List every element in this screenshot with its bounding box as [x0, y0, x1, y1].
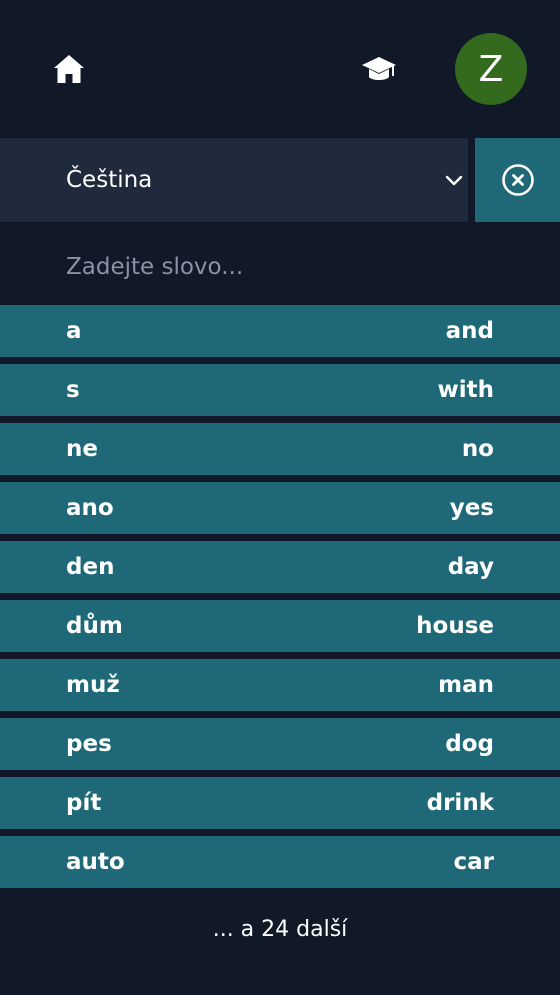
- word-translation: day: [447, 554, 494, 580]
- word-source: auto: [66, 849, 125, 875]
- word-translation: car: [453, 849, 495, 875]
- top-nav: Z: [0, 0, 560, 138]
- graduation-cap-icon: [362, 57, 396, 80]
- word-row[interactable]: pes dog: [0, 718, 560, 770]
- word-translation: drink: [426, 790, 494, 816]
- word-source: dům: [66, 613, 123, 639]
- word-translation: no: [461, 436, 494, 462]
- word-row[interactable]: dům house: [0, 600, 560, 652]
- word-source: pít: [66, 790, 102, 816]
- chevron-down-icon: [445, 175, 463, 186]
- language-select[interactable]: Čeština: [0, 138, 468, 222]
- word-source: den: [66, 554, 115, 580]
- home-button[interactable]: [50, 50, 88, 88]
- avatar[interactable]: Z: [455, 33, 527, 105]
- word-source: s: [66, 377, 80, 403]
- word-row[interactable]: muž man: [0, 659, 560, 711]
- word-row[interactable]: pít drink: [0, 777, 560, 829]
- circle-x-icon: [501, 164, 534, 196]
- clear-button[interactable]: [475, 138, 560, 222]
- page: Z Čeština a and s with ne no ano yes: [0, 0, 560, 995]
- word-source: ne: [66, 436, 98, 462]
- language-select-value: Čeština: [66, 167, 153, 193]
- word-row[interactable]: a and: [0, 305, 560, 357]
- avatar-letter: Z: [478, 48, 504, 90]
- word-source: muž: [66, 672, 120, 698]
- word-source: a: [66, 318, 82, 344]
- word-list: a and s with ne no ano yes den day dům h…: [0, 305, 560, 895]
- word-row[interactable]: ne no: [0, 423, 560, 475]
- word-source: pes: [66, 731, 112, 757]
- word-row[interactable]: auto car: [0, 836, 560, 888]
- word-translation: with: [437, 377, 494, 403]
- home-icon: [54, 55, 84, 83]
- learn-button[interactable]: [359, 50, 399, 90]
- word-row[interactable]: den day: [0, 541, 560, 593]
- word-source: ano: [66, 495, 114, 521]
- word-translation: and: [445, 318, 494, 344]
- word-translation: dog: [445, 731, 494, 757]
- word-translation: yes: [449, 495, 494, 521]
- more-words-label: ... a 24 další: [212, 917, 348, 942]
- search-input[interactable]: [0, 230, 560, 304]
- word-row[interactable]: ano yes: [0, 482, 560, 534]
- word-translation: man: [438, 672, 494, 698]
- word-row[interactable]: s with: [0, 364, 560, 416]
- word-translation: house: [416, 613, 494, 639]
